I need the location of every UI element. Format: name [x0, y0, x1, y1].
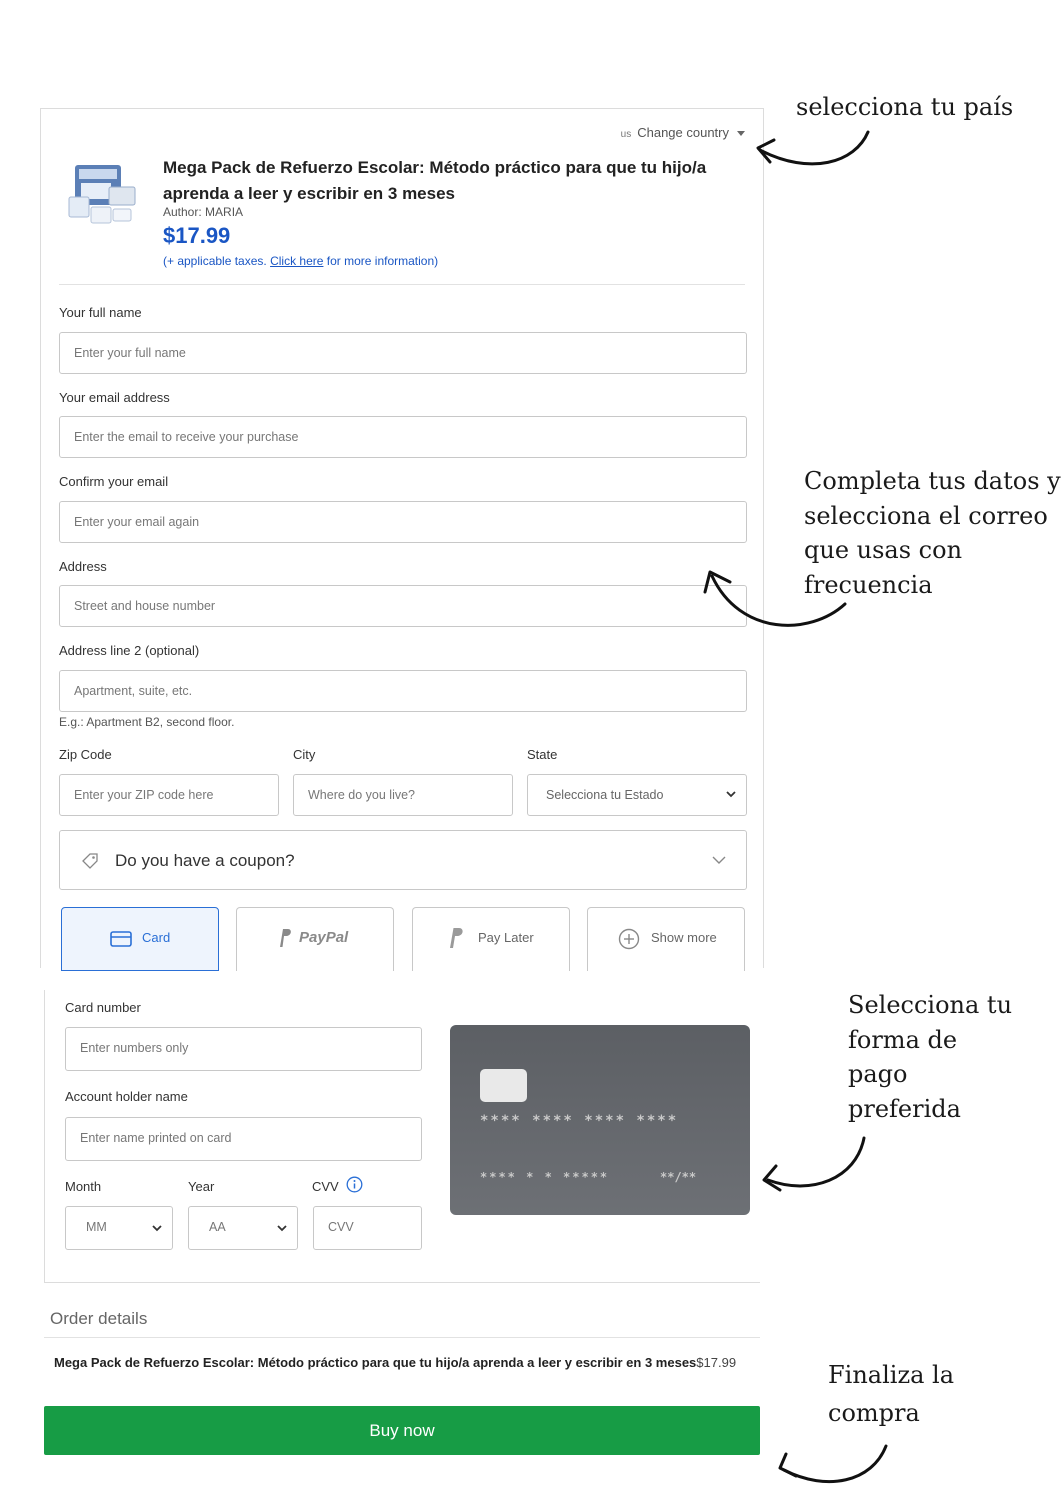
year-label: Year: [188, 1179, 215, 1194]
state-select-value: Selecciona tu Estado: [546, 788, 664, 802]
card-chip-icon: [480, 1069, 527, 1102]
pay-method-paylater-label: Pay Later: [478, 930, 534, 945]
annotation-payment-line: forma de: [848, 1025, 958, 1054]
annotation-payment-line: Selecciona tu: [848, 991, 1013, 1019]
pay-method-card[interactable]: Card: [61, 907, 219, 971]
annotation-payment: Selecciona tu forma de pago preferida: [848, 988, 1012, 1126]
card-preview-number: **** **** **** ****: [480, 1113, 679, 1129]
cvv-input[interactable]: CVV: [313, 1206, 422, 1250]
curved-arrow-icon: [778, 1444, 888, 1484]
holder-label: Account holder name: [65, 1089, 188, 1104]
pay-method-card-label: Card: [142, 930, 171, 945]
tag-icon: [82, 853, 98, 869]
taxes-suffix: for more information): [326, 254, 439, 268]
country-code: us: [620, 129, 632, 140]
annotation-finish: Finaliza la compra: [828, 1356, 954, 1432]
product-author: Author: MARIA: [163, 205, 244, 219]
card-preview-expiry: **/**: [660, 1170, 697, 1184]
cvv-label: CVV: [312, 1179, 339, 1194]
chevron-down-icon: [726, 791, 736, 798]
product-title: Mega Pack de Refuerzo Escolar: Método pr…: [163, 158, 707, 203]
full-name-label: Your full name: [59, 305, 142, 320]
taxes-link[interactable]: Click here: [270, 254, 323, 268]
pay-method-show-more-label: Show more: [651, 930, 717, 945]
address2-hint: E.g.: Apartment B2, second floor.: [59, 715, 235, 729]
curved-arrow-icon: [762, 1136, 866, 1192]
coupon-label: Do you have a coupon?: [115, 851, 295, 870]
order-details-title: Order details: [50, 1309, 148, 1328]
change-country-dropdown[interactable]: us Change country: [621, 125, 745, 140]
month-label: Month: [65, 1179, 102, 1194]
taxes-prefix: (+ applicable taxes.: [163, 254, 267, 268]
product-image: [68, 165, 136, 224]
order-item-price: $17.99: [696, 1355, 737, 1370]
month-select[interactable]: MM: [65, 1206, 173, 1250]
city-input[interactable]: Where do you live?: [293, 774, 513, 816]
year-select[interactable]: AA: [188, 1206, 298, 1250]
pay-method-show-more[interactable]: Show more: [587, 907, 745, 971]
coupon-toggle[interactable]: Do you have a coupon?: [59, 830, 747, 890]
change-country-label: Change country: [637, 125, 729, 140]
order-line-item: Mega Pack de Refuerzo Escolar: Método pr…: [54, 1355, 760, 1370]
confirm-email-label: Confirm your email: [59, 474, 169, 489]
paypal-icon: [450, 928, 463, 948]
zip-label: Zip Code: [59, 747, 112, 762]
annotation-data-line: selecciona el correo: [804, 501, 1048, 530]
pay-method-paylater[interactable]: Pay Later: [412, 907, 570, 971]
annotation-payment-line: preferida: [848, 1094, 961, 1123]
pay-method-paypal[interactable]: PayPal: [236, 907, 394, 971]
month-value: MM: [86, 1220, 107, 1234]
card-number-input[interactable]: Enter numbers only: [65, 1027, 422, 1071]
annotation-payment-line: pago: [848, 1060, 908, 1088]
card-number-label: Card number: [65, 1000, 141, 1015]
annotation-data-line: que usas con: [804, 536, 963, 564]
address-input[interactable]: Street and house number: [59, 585, 747, 627]
taxes-note: (+ applicable taxes. Click here for more…: [163, 254, 438, 268]
holder-input[interactable]: Enter name printed on card: [65, 1117, 422, 1161]
annotation-finish-line: Finaliza la: [828, 1361, 955, 1389]
confirm-email-input[interactable]: Enter your email again: [59, 501, 747, 543]
annotation-country: selecciona tu país: [796, 93, 1014, 121]
buy-now-button[interactable]: Buy now: [44, 1406, 760, 1455]
paypal-icon: [280, 929, 291, 947]
pay-method-paypal-label: PayPal: [299, 929, 349, 946]
curved-arrow-icon: [756, 130, 870, 166]
checkout-panel: us Change country Mega Pack de Refuerzo E…: [40, 108, 764, 971]
address-label: Address: [59, 559, 107, 574]
order-item-name: Mega Pack de Refuerzo Escolar: Método pr…: [54, 1355, 697, 1370]
caret-down-icon: [737, 131, 745, 137]
annotation-data-line: Completa tus datos y: [804, 467, 1061, 495]
city-label: City: [293, 747, 316, 762]
card-preview-number2: **** * * *****: [480, 1170, 610, 1184]
address2-label: Address line 2 (optional): [59, 643, 200, 658]
divider: [44, 1337, 760, 1338]
state-label: State: [527, 747, 558, 762]
state-select[interactable]: Selecciona tu Estado: [527, 774, 747, 816]
chevron-down-icon: [152, 1225, 162, 1232]
credit-card-icon: [110, 931, 132, 947]
curved-arrow-icon: [703, 570, 847, 627]
email-label: Your email address: [59, 390, 170, 405]
annotation-finish-line: compra: [828, 1399, 920, 1427]
card-preview: **** **** **** **** **** * * ***** **/**: [450, 1025, 750, 1215]
divider: [59, 284, 745, 285]
product-price: $17.99: [163, 223, 231, 248]
email-input[interactable]: Enter the email to receive your purchase: [59, 416, 747, 458]
plus-circle-icon: [618, 928, 640, 950]
info-icon[interactable]: [346, 1176, 363, 1193]
year-value: AA: [209, 1220, 226, 1234]
address2-input[interactable]: Apartment, suite, etc.: [59, 670, 747, 712]
chevron-down-icon: [277, 1225, 287, 1232]
zip-input[interactable]: Enter your ZIP code here: [59, 774, 279, 816]
full-name-input[interactable]: Enter your full name: [59, 332, 747, 374]
chevron-down-icon: [712, 856, 726, 864]
